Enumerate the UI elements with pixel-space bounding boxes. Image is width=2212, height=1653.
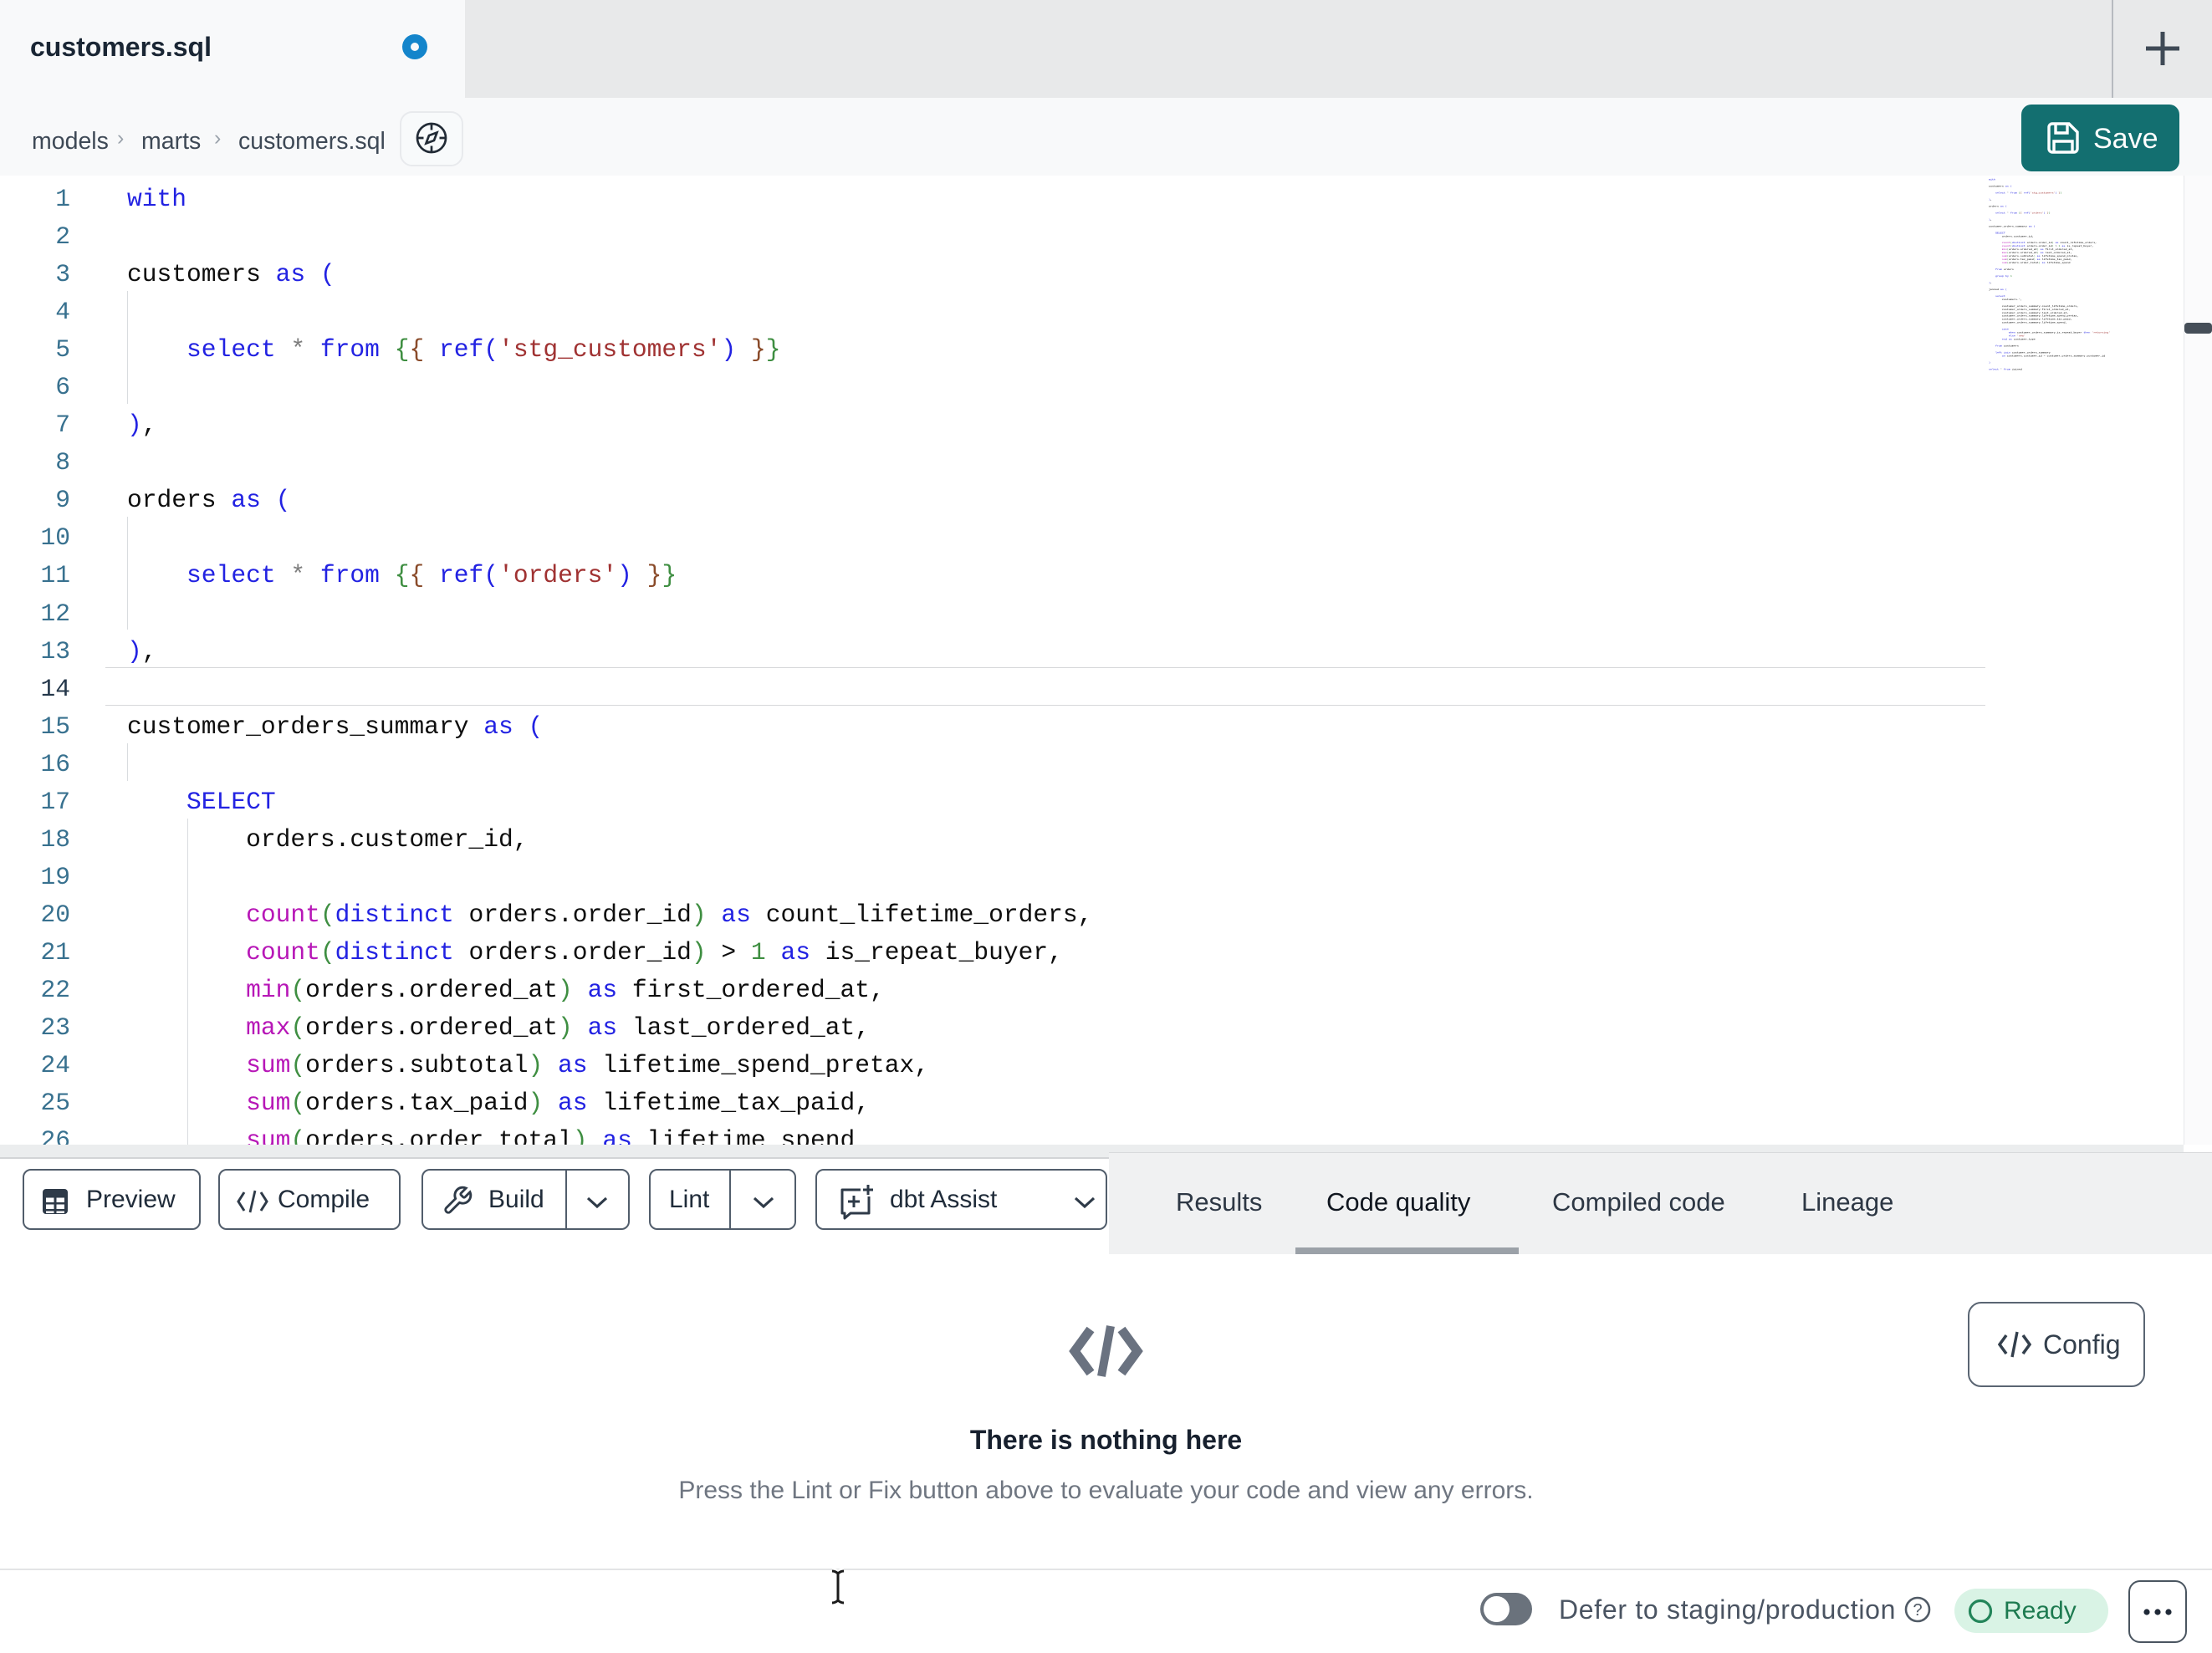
svg-text:?: ? [1913,1601,1922,1620]
